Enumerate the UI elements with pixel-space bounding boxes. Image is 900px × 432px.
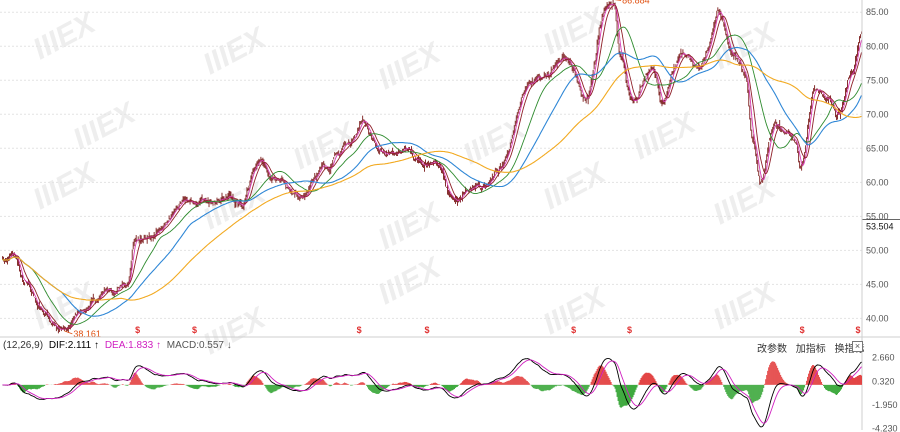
signal-marker: $	[357, 325, 362, 335]
price-tick-label: 40.00	[866, 313, 889, 323]
indicator-toolbar: 改参数 加指标 换指标	[757, 340, 865, 355]
macd-indicator-bar: (12,26,9) DIF:2.111 ↑ DEA:1.833 ↑ MACD:0…	[3, 340, 232, 351]
watermark-text: IIIEX	[28, 156, 103, 217]
watermark-text: IIIEX	[373, 36, 448, 97]
dif-label: DIF:2.111	[48, 340, 92, 351]
price-tick-label: 45.00	[866, 279, 889, 289]
macd-tick-label: 2.660	[872, 353, 895, 363]
stock-chart[interactable]: IIIEX IIIEX IIIEXIIIEX IIIEXIIIEX IIIEX IIIEX…	[0, 0, 900, 432]
watermark-text: IIIEX	[28, 6, 103, 67]
macd-label: MACD:0.557	[166, 340, 224, 351]
macd-params: (12,26,9)	[3, 340, 44, 351]
price-tick-label: 75.00	[866, 75, 889, 85]
macd-panel[interactable]: -4.230 -1.950 0.320 2.660	[2, 353, 898, 432]
signal-marker: $	[425, 325, 430, 335]
watermark-layer: IIIEX IIIEX IIIEXIIIEX IIIEXIIIEX IIIEX IIIEX…	[28, 1, 783, 362]
watermark-text: IIIEX	[198, 301, 273, 362]
watermark-text: IIIEX	[538, 156, 613, 217]
price-tick-label: 85.00	[866, 7, 889, 17]
price-axis: 40.0045.0050.0055.0060.0065.0070.0075.00…	[0, 0, 900, 430]
signal-marker: $	[856, 325, 861, 335]
macd-tick-label: 0.320	[872, 377, 895, 387]
watermark-text: IIIEX	[373, 196, 448, 257]
signal-marker: $	[571, 325, 576, 335]
watermark-text: IIIEX	[708, 171, 783, 232]
watermark-text: IIIEX	[68, 96, 143, 157]
price-tick-label: 70.00	[866, 109, 889, 119]
dea-label: DEA:1.833	[104, 340, 154, 351]
macd-down-arrow-icon: ↓	[226, 340, 232, 351]
watermark-text: IIIEX	[198, 21, 273, 82]
macd-tick-label: -1.950	[872, 400, 898, 410]
high-price-label: 86.884	[622, 0, 650, 5]
watermark-text: IIIEX	[458, 111, 533, 172]
add-indicator-button[interactable]: 加指标	[796, 344, 826, 355]
watermark-text: IIIEX	[373, 251, 448, 312]
price-tick-label: 50.00	[866, 245, 889, 255]
signal-marker: $	[627, 325, 632, 335]
signal-marker: $	[800, 325, 805, 335]
price-tick-label: 60.00	[866, 177, 889, 187]
price-tick-label: 65.00	[866, 143, 889, 153]
chart-stage[interactable]: IIIEX IIIEX IIIEX IIIEX IIIEX IIIEX IIIEX IIIEX…	[0, 0, 900, 432]
dif-up-arrow-icon: ↑	[94, 340, 100, 351]
price-tick-label: 80.00	[866, 41, 889, 51]
close-icon[interactable]: ×	[852, 341, 863, 352]
macd-tick-label: -4.230	[872, 423, 898, 432]
signal-marker: $	[135, 325, 140, 335]
current-price-label: 53.504	[866, 222, 894, 232]
dea-up-arrow-icon: ↑	[155, 340, 161, 351]
change-params-button[interactable]: 改参数	[757, 344, 787, 355]
signal-marker: $	[192, 325, 197, 335]
